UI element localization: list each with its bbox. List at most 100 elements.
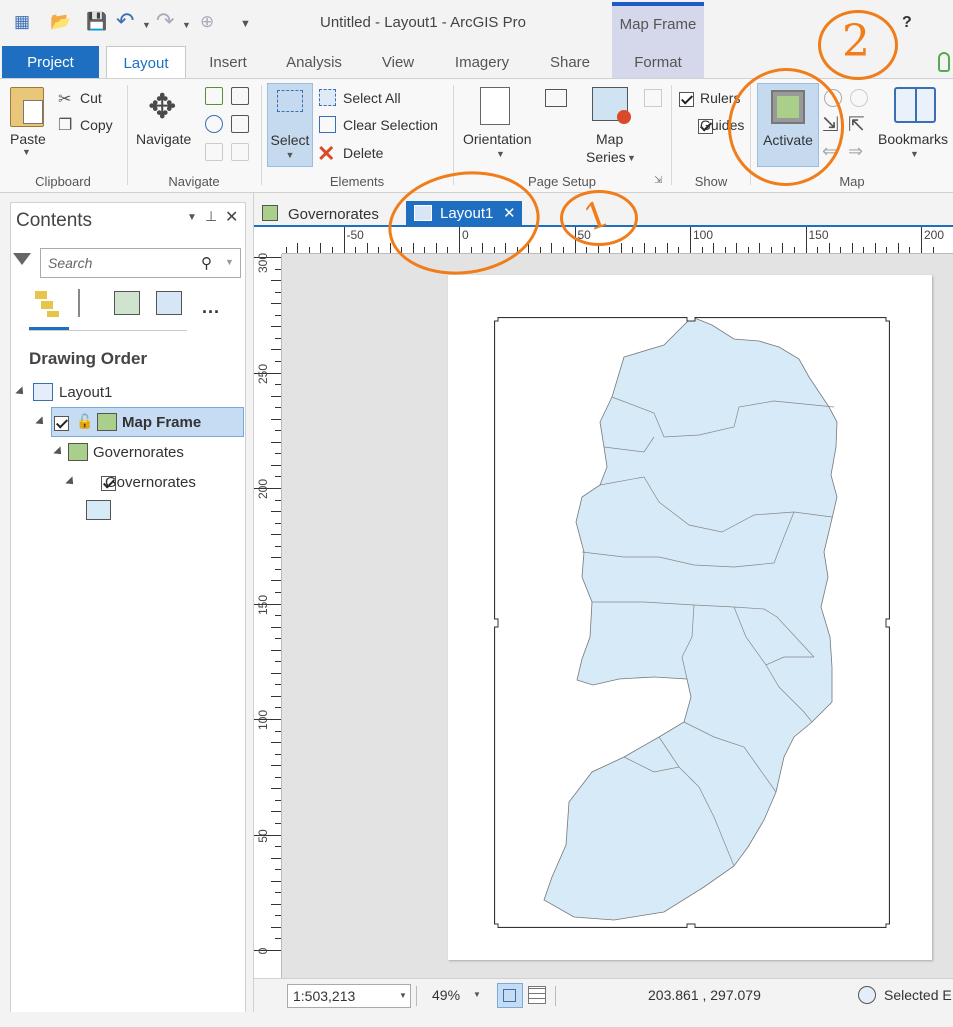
search-dropdown-icon[interactable]: ▼ [225,257,234,267]
zoom-to-width-icon[interactable] [231,87,249,105]
status-bar: 1:503,213 ▼ 49% ▼ 203.861 , 297.079 Sele… [254,978,953,1012]
paste-icon[interactable] [10,87,44,127]
tab-share[interactable]: Share [540,46,600,78]
ruler-tick [275,522,281,524]
tree-item-map-frame[interactable]: Map Frame [122,414,201,431]
undo-icon[interactable]: ↶ [116,8,134,34]
open-project-icon[interactable]: 📂 [50,12,71,32]
ruler-tick [271,326,281,328]
help-button[interactable]: ? [902,14,912,32]
orientation-dropdown-icon[interactable]: ▼ [496,149,505,159]
map-series-dropdown-icon[interactable]: ▼ [627,153,636,163]
undo-dropdown-icon[interactable]: ▼ [142,20,151,30]
tab-project[interactable]: Project [2,46,99,78]
map-frame-checkbox[interactable] [54,415,69,431]
navigate-button[interactable]: Navigate [136,131,191,147]
resize-handle[interactable] [885,618,890,628]
zoom-value[interactable]: 49% [432,987,460,1003]
resize-handle[interactable] [885,317,890,322]
list-by-drawing-order-icon[interactable] [33,289,63,317]
doc-tab-governorates[interactable]: Governorates [288,206,379,223]
paste-dropdown-icon[interactable]: ▼ [22,147,31,157]
map-series-button-line2[interactable]: Series [586,149,626,165]
search-input[interactable]: Search ⚲ ▼ [40,248,241,278]
bookmarks-button[interactable]: Bookmarks [878,131,948,147]
zoom-icon[interactable]: ⊕ [200,12,214,32]
snapping-button[interactable] [497,983,523,1008]
zoom-in-icon[interactable] [205,115,223,133]
tree-item-layer[interactable]: Governorates [105,474,196,491]
scale-dropdown[interactable]: 1:503,213 ▼ [287,984,411,1008]
list-by-selection-icon[interactable] [114,291,140,315]
tree-item-layout[interactable]: Layout1 [59,384,112,401]
resize-handle[interactable] [686,923,696,928]
bookmarks-icon[interactable] [894,87,936,123]
tab-layout[interactable]: Layout [106,46,186,79]
paste-button[interactable]: Paste [10,131,46,147]
tab-format[interactable]: Format [612,46,704,78]
tab-analysis[interactable]: Analysis [276,46,352,78]
delete-button[interactable]: Delete [343,145,383,161]
pane-menu-icon[interactable]: ▼ [187,212,197,223]
tree-item-map[interactable]: Governorates [93,444,184,461]
page-setup-extra-icon[interactable] [644,89,662,107]
list-by-snapping-icon[interactable] [156,291,182,315]
next-extent-icon[interactable] [231,143,249,161]
close-pane-icon[interactable]: ✕ [225,207,238,227]
page-size-icon[interactable] [545,89,567,107]
redo-dropdown-icon[interactable]: ▼ [182,20,191,30]
bookmarks-dropdown-icon[interactable]: ▼ [910,149,919,159]
resize-handle[interactable] [494,618,499,628]
more-options-icon[interactable]: ... [202,297,220,318]
tab-insert[interactable]: Insert [196,46,260,78]
navigate-icon[interactable]: ✥ [148,87,177,127]
vertical-ruler[interactable]: 300 250 200 150 100 50 0 [254,253,282,978]
page-setup-launcher-icon[interactable]: ⇲ [654,175,662,186]
tab-view[interactable]: View [372,46,424,78]
layer-symbol-swatch[interactable] [86,500,111,520]
map-series-icon[interactable] [592,87,631,124]
forward-extent-icon[interactable]: ⇒ [848,141,863,162]
ruler-tick [275,707,281,709]
full-extent-icon[interactable] [205,87,223,105]
resize-handle[interactable] [494,923,499,928]
previous-extent-icon[interactable] [205,143,223,161]
new-project-icon[interactable]: ▦ [14,12,30,32]
rulers-checkbox[interactable] [679,91,694,107]
map-frame[interactable] [494,317,890,928]
select-dropdown-icon: ▼ [285,150,295,160]
resize-handle[interactable] [885,923,890,928]
orientation-button[interactable]: Orientation [463,131,531,147]
customize-toolbar-icon[interactable]: ▼ [240,18,251,30]
tab-imagery[interactable]: Imagery [446,46,518,78]
ruler-label: 150 [256,594,270,615]
selected-elements-label[interactable]: Selected E [884,987,952,1003]
copy-button[interactable]: Copy [80,117,113,133]
ruler-tick [828,243,830,253]
fixed-zoom-out-icon[interactable]: ⇱ [848,112,865,137]
select-all-icon [319,89,336,106]
layout-canvas[interactable] [282,254,953,978]
select-all-button[interactable]: Select All [343,90,401,106]
zoom-in-map-icon[interactable] [850,89,868,107]
resize-handle[interactable] [686,317,696,322]
map-series-button-line1[interactable]: Map [596,131,623,147]
zoom-dropdown-icon[interactable]: ▼ [473,990,481,999]
redo-icon[interactable]: ↷ [156,8,174,34]
user-icon[interactable] [938,52,950,72]
orientation-icon[interactable] [480,87,510,125]
filter-icon[interactable] [13,253,31,265]
cut-button[interactable]: Cut [80,90,102,106]
search-icon[interactable]: ⚲ [201,254,212,272]
page-icon[interactable] [231,115,249,133]
ruler-tick [275,615,281,617]
list-by-source-icon[interactable] [78,289,100,317]
resize-handle[interactable] [494,317,499,322]
save-icon[interactable]: 💾 [86,12,107,32]
clear-selection-button[interactable]: Clear Selection [343,117,438,133]
contents-pane: Contents ▼ ⊥ ✕ Search ⚲ ▼ ... Drawing Or… [0,193,254,1027]
select-button[interactable]: Select ▼ [267,83,313,167]
grid-icon[interactable] [528,986,546,1004]
lock-icon[interactable]: 🔓 [76,413,93,431]
pin-icon[interactable]: ⊥ [205,208,217,225]
